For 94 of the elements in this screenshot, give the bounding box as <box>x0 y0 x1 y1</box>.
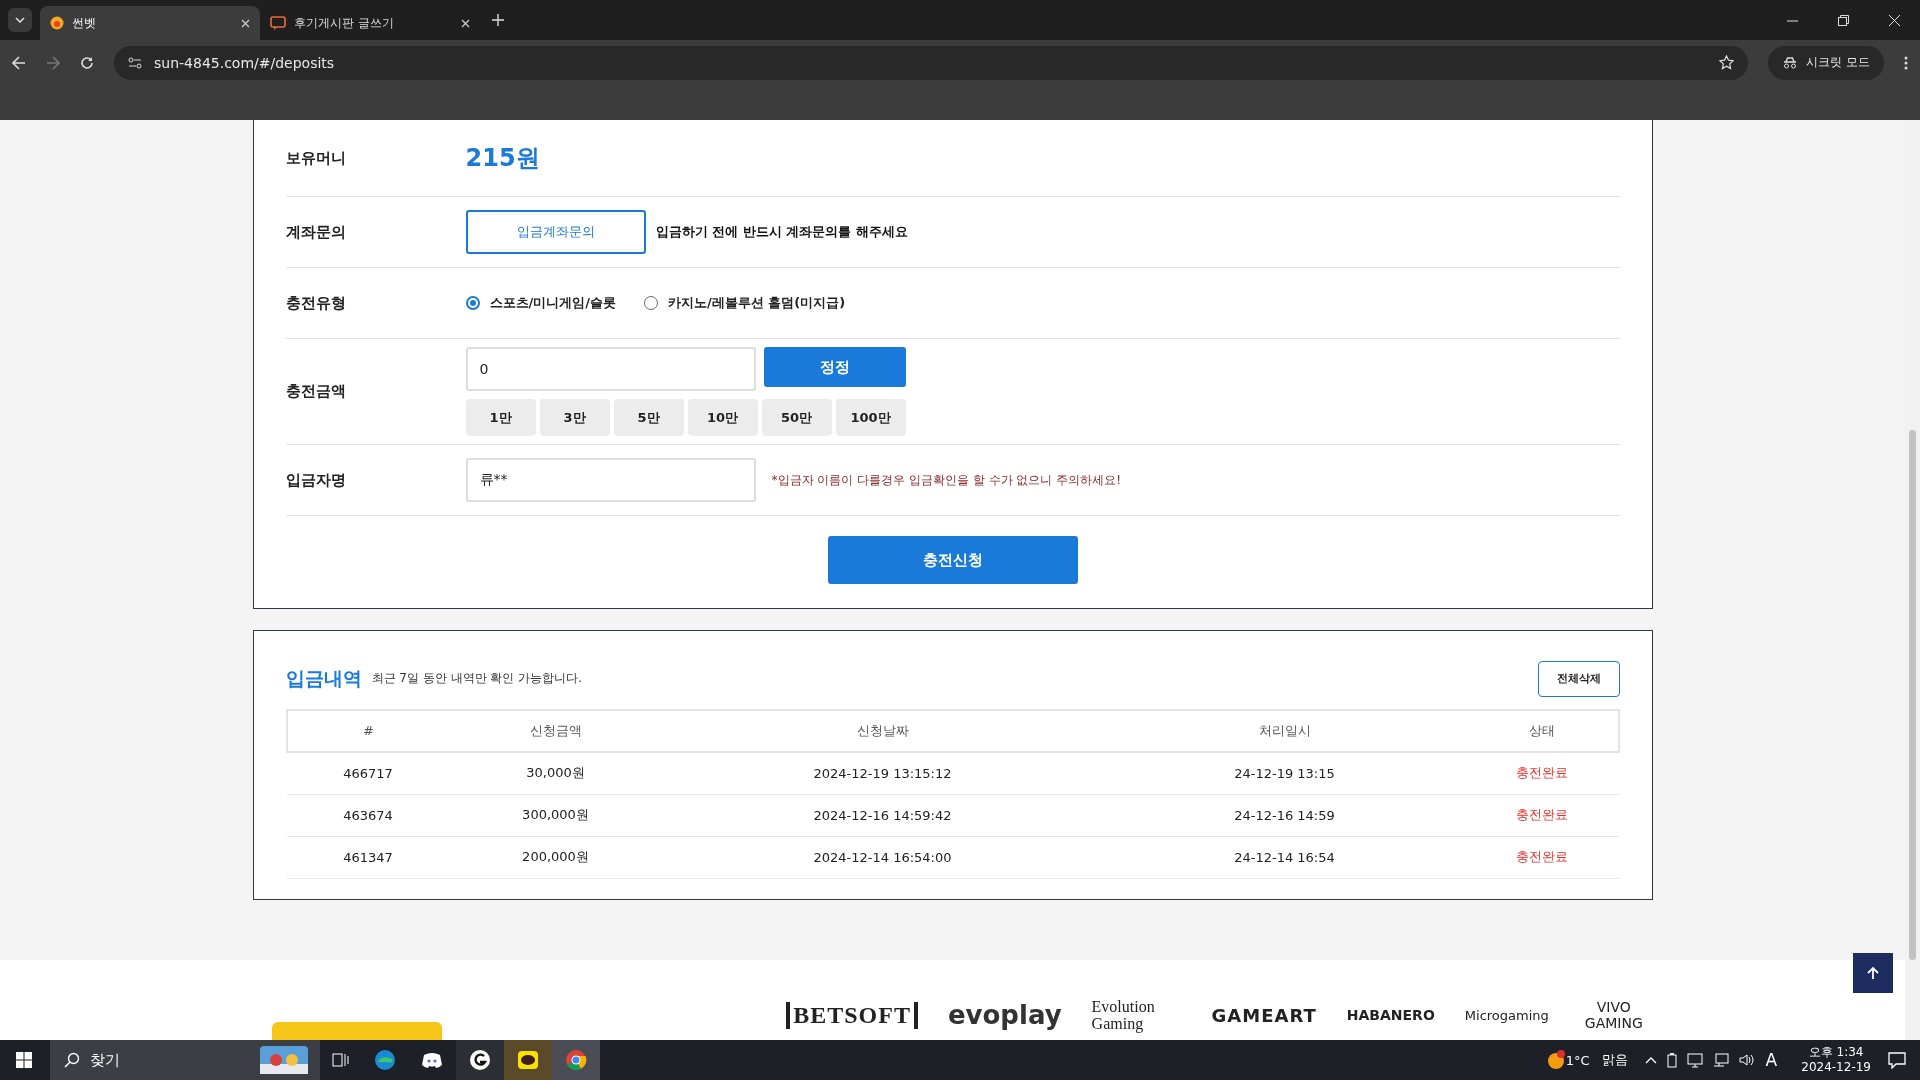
radio-label[interactable]: 카지노/레볼루션 홀덤(미지급) <box>668 294 846 312</box>
close-icon[interactable] <box>1889 14 1900 26</box>
provider-logo: Microgaming <box>1464 1007 1549 1023</box>
task-view-icon[interactable] <box>332 1052 350 1068</box>
table-cell: 2024-12-19 13:15:12 <box>661 752 1104 795</box>
scroll-to-top-button[interactable] <box>1853 953 1893 993</box>
table-cell: 461347 <box>286 836 450 879</box>
close-icon[interactable] <box>461 18 470 28</box>
column-header: 처리일시 <box>1103 710 1466 752</box>
more-icon[interactable] <box>1904 55 1908 70</box>
speaker-icon[interactable] <box>1738 1052 1755 1068</box>
table-cell: 466717 <box>286 752 450 795</box>
delete-all-button[interactable]: 전체삭제 <box>1537 661 1620 697</box>
section-subtitle: 최근 7일 동안 내역만 확인 가능합니다. <box>371 670 583 688</box>
field-label: 보유머니 <box>285 148 347 168</box>
weather-icon[interactable] <box>1545 1050 1566 1070</box>
quick-amount-button[interactable]: 3만 <box>539 399 610 436</box>
table-cell: 충전완료 <box>1465 794 1619 837</box>
taskbar-search[interactable]: 찾기 <box>50 1040 320 1080</box>
field-label: 충전유형 <box>285 293 347 313</box>
quick-amount-button[interactable]: 5만 <box>613 399 684 436</box>
arrow-up-icon <box>1866 966 1880 980</box>
battery-icon[interactable] <box>1666 1052 1677 1068</box>
table-cell: 200,000원 <box>449 836 662 879</box>
incognito-button[interactable]: 시크릿 모드 <box>1768 45 1884 80</box>
monitor-icon[interactable] <box>1686 1052 1703 1068</box>
notification-icon[interactable] <box>1888 1051 1906 1069</box>
provider-logo: evoplay <box>947 1000 1062 1030</box>
table-cell: 2024-12-16 14:59:42 <box>661 794 1104 837</box>
submit-button[interactable]: 충전신청 <box>827 536 1078 584</box>
field-label: 계좌문의 <box>285 222 347 242</box>
edge-icon[interactable] <box>374 1049 396 1071</box>
depositor-input[interactable]: 류** <box>465 458 756 502</box>
input-method-indicator[interactable]: A <box>1765 1050 1778 1070</box>
quick-amount-button[interactable]: 50만 <box>761 399 832 436</box>
column-header: # <box>286 710 450 752</box>
chat-app-icon[interactable] <box>504 1040 552 1080</box>
smiley-icon <box>50 16 64 30</box>
address-bar[interactable]: sun-4845.com/#/deposits <box>114 45 1749 80</box>
table-cell: 24-12-19 13:15 <box>1103 752 1466 795</box>
incognito-icon <box>1782 56 1799 69</box>
provider-logo: GAMEART <box>1211 1004 1317 1026</box>
amount-input[interactable]: 0 <box>465 347 756 391</box>
quick-amount-button[interactable]: 10만 <box>687 399 758 436</box>
balance-amount: 215원 <box>465 143 540 174</box>
browser-tab[interactable]: 썬벳 <box>40 6 260 40</box>
quick-amount-button[interactable]: 100만 <box>835 399 906 436</box>
section-title: 입금내역 <box>285 666 362 691</box>
provider-logo: VIVO GAMING <box>1583 999 1644 1031</box>
close-icon[interactable] <box>241 18 250 28</box>
provider-logo: Evolution Gaming <box>1091 998 1156 1032</box>
provider-logo: HABANERO <box>1346 1007 1435 1023</box>
radio-label[interactable]: 스포츠/미니게임/슬롯 <box>489 294 616 312</box>
reload-icon[interactable] <box>80 55 94 70</box>
search-icon <box>64 1052 80 1068</box>
table-cell: 충전완료 <box>1465 752 1619 795</box>
temperature-text[interactable]: 1°C <box>1565 1052 1590 1068</box>
column-header: 상태 <box>1465 710 1619 752</box>
browser-tab[interactable]: 후기게시판 글쓰기 <box>260 6 480 40</box>
column-header: 신청금액 <box>449 710 662 752</box>
table-cell: 24-12-14 16:54 <box>1103 836 1466 879</box>
radio-button[interactable] <box>465 296 480 310</box>
table-cell: 463674 <box>286 794 450 837</box>
warning-text: *입금자 이름이 다를경우 입금확인을 할 수가 없으니 주의하세요! <box>771 471 1121 489</box>
caret-icon[interactable] <box>15 17 25 23</box>
forward-icon[interactable] <box>46 55 60 70</box>
field-label: 충전금액 <box>285 382 347 401</box>
weather-text[interactable]: 맑음 <box>1601 1051 1628 1069</box>
table-cell: 2024-12-14 16:54:00 <box>661 836 1104 879</box>
clock[interactable]: 오후 1:34 2024-12-19 <box>1801 1045 1871 1075</box>
star-icon[interactable] <box>1719 55 1735 70</box>
table-cell: 24-12-16 14:59 <box>1103 794 1466 837</box>
tab-list-button[interactable] <box>8 8 32 32</box>
new-tab-icon[interactable] <box>492 14 504 26</box>
site-settings-icon[interactable] <box>128 56 142 69</box>
provider-logo: BETSOFT <box>786 1001 918 1029</box>
table-cell: 300,000원 <box>449 794 662 837</box>
chrome-icon[interactable] <box>552 1040 600 1080</box>
app-icon[interactable] <box>456 1040 504 1080</box>
table-cell: 30,000원 <box>449 752 662 795</box>
logo-icon <box>272 1022 442 1040</box>
quick-amount-button[interactable]: 1만 <box>465 399 536 436</box>
chat-icon <box>270 16 286 30</box>
column-header: 신청날짜 <box>661 710 1104 752</box>
reset-button[interactable]: 정정 <box>763 347 906 387</box>
table-cell: 충전완료 <box>1465 836 1619 879</box>
network-icon[interactable] <box>1712 1052 1729 1068</box>
back-icon[interactable] <box>12 55 26 70</box>
field-label: 입금자명 <box>285 470 347 490</box>
widget-icon[interactable] <box>258 1044 310 1076</box>
account-inquiry-button[interactable]: 입금계좌문의 <box>465 210 646 254</box>
windows-icon[interactable] <box>16 1052 32 1068</box>
restore-icon[interactable] <box>1838 14 1849 26</box>
notice-text: 입금하기 전에 반드시 계좌문의를 해주세요 <box>655 223 908 241</box>
